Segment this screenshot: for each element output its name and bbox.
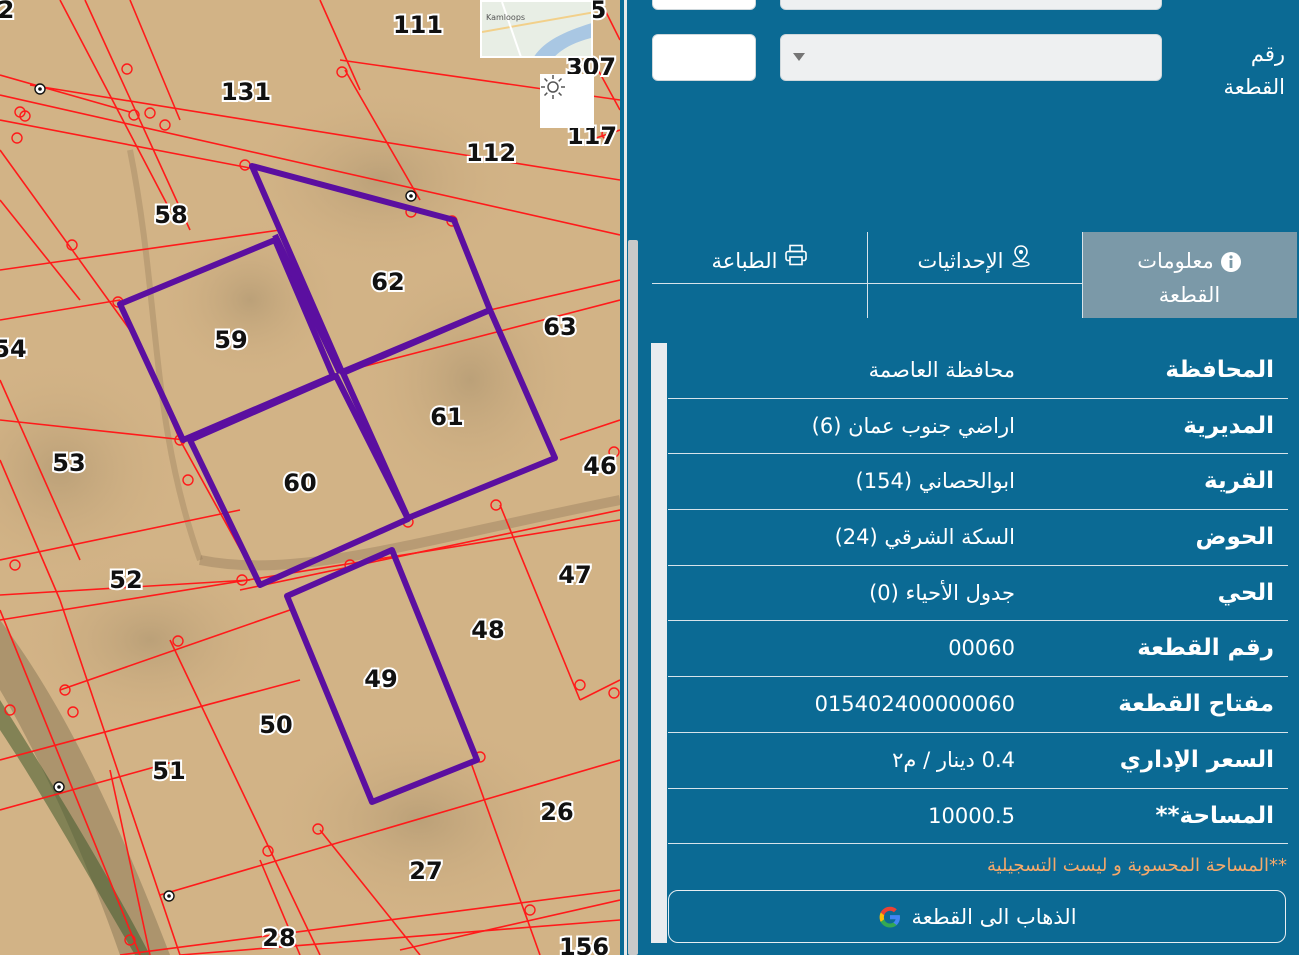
row-key: الحوض — [1195, 524, 1274, 551]
tab-underline — [652, 283, 1082, 284]
row-value: اراضي جنوب عمان (6) — [811, 413, 1015, 438]
parcel-label: 51 — [152, 757, 185, 785]
scrollbar-thumb[interactable] — [628, 240, 638, 955]
parcel-label: 48 — [471, 616, 504, 644]
row-value: 015402400000060 — [814, 692, 1015, 717]
parcel-label: 53 — [52, 449, 85, 477]
tab-label: الطباعة — [711, 249, 778, 273]
panel-splitter[interactable] — [620, 0, 644, 955]
top-select[interactable] — [780, 0, 1162, 10]
parcel-label: 28 — [262, 924, 295, 952]
location-pin-icon — [1011, 245, 1030, 268]
parcel-label: 26 — [540, 798, 573, 826]
go-to-plot-label: الذهاب الى القطعة — [911, 904, 1077, 929]
parcel-label: 156 — [559, 933, 609, 955]
sun-icon — [541, 75, 565, 99]
row-key: القرية — [1204, 468, 1274, 495]
plot-number-select[interactable] — [780, 34, 1162, 81]
parcel-label: 60 — [283, 469, 316, 497]
row-key: مفتاح القطعة — [1118, 691, 1274, 718]
brightness-button[interactable] — [540, 74, 594, 128]
basemap-thumbnail[interactable]: Kamloops — [480, 0, 593, 58]
tab-plot-info[interactable]: معلومات القطعة — [1082, 232, 1297, 318]
minimap-icon: Kamloops — [482, 2, 591, 56]
parcel-label: 112 — [466, 139, 516, 167]
info-scrollbar[interactable] — [651, 343, 667, 943]
tab-coordinates[interactable]: الإحداثيات — [867, 232, 1082, 318]
info-row-directorate: المديرية اراضي جنوب عمان (6) — [668, 399, 1288, 455]
row-key: رقم القطعة — [1137, 635, 1274, 662]
parcel-label: 50 — [259, 711, 292, 739]
info-row-area: المساحة** 10000.5 — [668, 789, 1288, 845]
plot-info-table: المحافظة محافظة العاصمة المديرية اراضي جنو… — [668, 343, 1288, 845]
top-input-field[interactable] — [652, 0, 756, 10]
tab-divider — [1082, 232, 1083, 318]
printer-icon — [784, 244, 807, 266]
row-key: المساحة** — [1155, 802, 1274, 829]
row-value: جدول الأحياء (0) — [869, 580, 1015, 605]
tab-label: معلومات القطعة — [1137, 249, 1221, 307]
parcel-label: 52 — [109, 566, 142, 594]
row-key: الحي — [1217, 579, 1274, 606]
parcel-label: 27 — [409, 857, 442, 885]
row-key: المديرية — [1183, 412, 1274, 439]
chevron-down-icon — [793, 53, 805, 61]
map-view[interactable]: 111 307 117 131 112 58 62 63 59 54 61 53… — [0, 0, 620, 955]
area-footnote: **المساحة المحسوبة و ليست التسجيلية — [986, 855, 1287, 876]
parcel-label: 111 — [393, 11, 443, 39]
tab-divider — [867, 232, 868, 318]
info-row-village: القرية ابوالحصاني (154) — [668, 454, 1288, 511]
row-value: 0.4 دينار / م٢ — [892, 747, 1015, 772]
google-icon — [880, 906, 901, 927]
go-to-plot-button[interactable]: الذهاب الى القطعة — [668, 890, 1286, 943]
row-value: محافظة العاصمة — [868, 358, 1015, 382]
info-row-neighborhood: الحي جدول الأحياء (0) — [668, 566, 1288, 622]
row-key: السعر الإداري — [1119, 746, 1274, 773]
info-row-basin: الحوض السكة الشرقي (24) — [668, 510, 1288, 566]
row-key: المحافظة — [1165, 357, 1274, 383]
parcel-label: 62 — [371, 268, 404, 296]
parcel-label: 46 — [583, 452, 616, 480]
splitter-line — [624, 0, 627, 955]
parcel-label: 63 — [543, 313, 576, 341]
parcel-label: 2 — [0, 0, 14, 24]
row-value: ابوالحصاني (154) — [855, 469, 1015, 494]
minimap-caption: Kamloops — [486, 13, 525, 22]
tab-label: الإحداثيات — [917, 249, 1004, 273]
info-row-plot-key: مفتاح القطعة 015402400000060 — [668, 677, 1288, 733]
row-value: 10000.5 — [928, 803, 1015, 828]
tab-bar: معلومات القطعة الإحداثيات الطباعة — [652, 232, 1297, 318]
info-icon — [1220, 252, 1241, 272]
tab-print[interactable]: الطباعة — [652, 232, 867, 318]
plot-number-input[interactable] — [652, 34, 756, 81]
parcel-label: 131 — [221, 78, 271, 106]
parcel-label: 58 — [154, 201, 187, 229]
plot-info-panel: رقم القطعة معلومات القطعة الإحداثيات الط… — [644, 0, 1299, 955]
info-row-plot-number: رقم القطعة 00060 — [668, 621, 1288, 678]
map-canvas[interactable]: 111 307 117 131 112 58 62 63 59 54 61 53… — [0, 0, 620, 955]
plot-number-label: رقم القطعة — [1223, 42, 1285, 99]
parcel-label: 61 — [430, 403, 463, 431]
row-value: 00060 — [948, 636, 1015, 661]
parcel-label: 49 — [364, 665, 397, 693]
info-row-admin-price: السعر الإداري 0.4 دينار / م٢ — [668, 733, 1288, 789]
parcel-label: 54 — [0, 335, 27, 363]
parcel-label: 47 — [558, 561, 591, 589]
info-row-governorate: المحافظة محافظة العاصمة — [668, 343, 1288, 399]
row-value: السكة الشرقي (24) — [834, 525, 1015, 550]
parcel-label: 59 — [214, 326, 247, 354]
